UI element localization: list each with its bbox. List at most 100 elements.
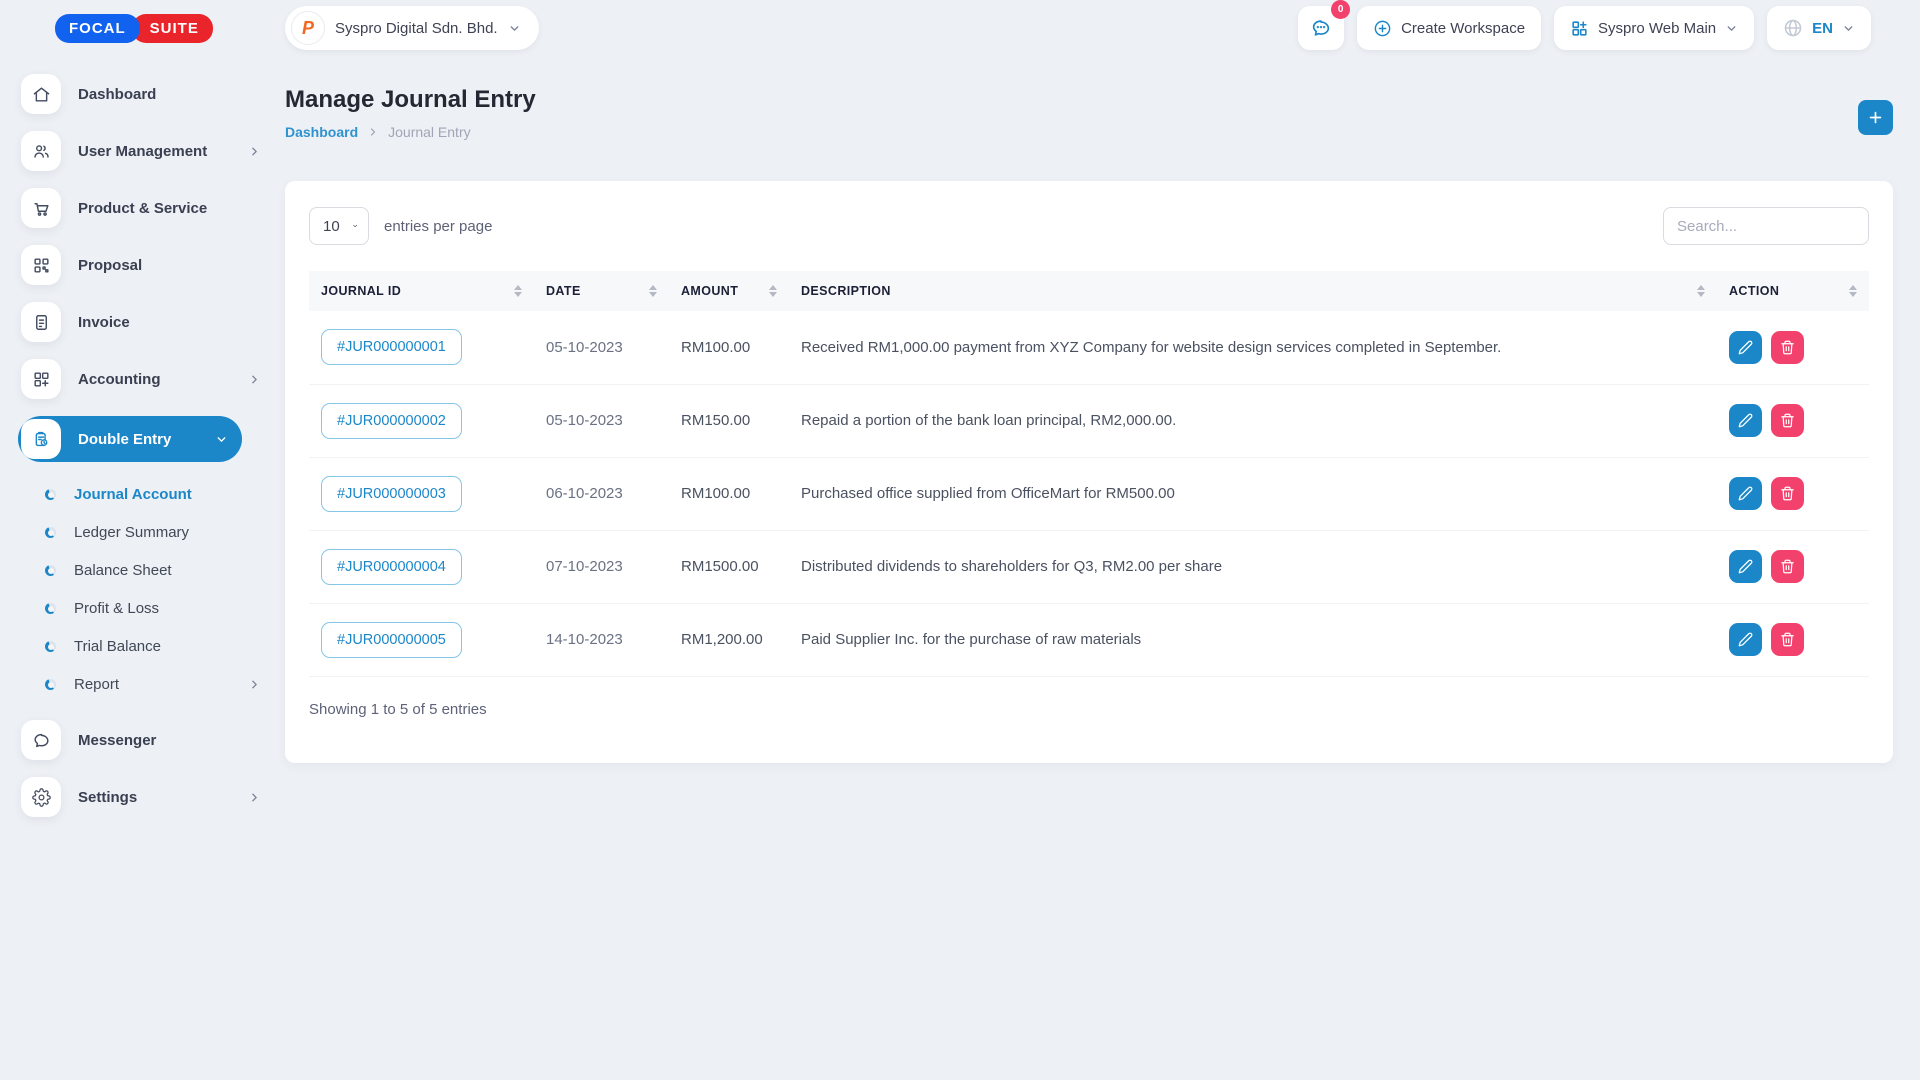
topbar: FOCAL SUITE P Syspro Digital Sdn. Bhd. 0… [0,0,1920,56]
sidebar-item-messenger[interactable]: Messenger [21,720,285,760]
journal-id-link[interactable]: #JUR000000004 [321,549,462,585]
sidebar-item-double-entry[interactable]: Double Entry [18,416,242,462]
gear-icon [21,777,61,817]
sidebar-item-invoice[interactable]: Invoice [21,302,285,342]
table-header-row: JOURNAL ID DATE AMOUNT DESCRIPTION [309,271,1869,311]
sort-icon [1849,285,1857,297]
delete-button[interactable] [1771,404,1804,437]
pencil-icon [1738,340,1753,355]
journal-id-link[interactable]: #JUR000000001 [321,329,462,365]
sort-icon [649,285,657,297]
pencil-icon [1738,413,1753,428]
invoice-icon [21,302,61,342]
chevron-down-icon [1842,22,1855,35]
column-header-description[interactable]: DESCRIPTION [789,271,1717,311]
chat-bubble-icon [1310,17,1332,39]
clipboard-clock-icon [21,419,61,459]
workspace-name: Syspro Web Main [1598,20,1716,37]
journal-amount: RM100.00 [669,457,789,530]
table-row: #JUR000000003 06-10-2023 RM100.00 Purcha… [309,457,1869,530]
journal-date: 07-10-2023 [534,530,669,603]
journal-amount: RM100.00 [669,311,789,384]
sidebar-subitem-trial-balance[interactable]: Trial Balance [45,638,261,655]
grid-plus-icon [21,359,61,399]
company-name: Syspro Digital Sdn. Bhd. [335,20,498,37]
sidebar-item-user-management[interactable]: User Management [21,131,285,171]
column-header-amount[interactable]: AMOUNT [669,271,789,311]
sidebar-item-product-service[interactable]: Product & Service [21,188,285,228]
search-input[interactable] [1663,207,1869,245]
entries-per-page-select[interactable]: 10 [309,207,369,245]
journal-description: Repaid a portion of the bank loan princi… [789,384,1717,457]
circle-plus-icon [1373,19,1392,38]
table-footer-summary: Showing 1 to 5 of 5 entries [309,701,1869,718]
workspace-selector[interactable]: Syspro Web Main [1554,6,1754,50]
sidebar-subitem-journal-account[interactable]: Journal Account [45,486,261,503]
column-header-action[interactable]: ACTION [1717,271,1869,311]
delete-button[interactable] [1771,623,1804,656]
trash-icon [1780,559,1795,574]
logo-suite: SUITE [132,14,213,43]
journal-description: Distributed dividends to shareholders fo… [789,530,1717,603]
company-selector[interactable]: P Syspro Digital Sdn. Bhd. [285,6,539,50]
chevron-right-icon [248,678,261,691]
edit-button[interactable] [1729,623,1762,656]
add-journal-entry-button[interactable] [1858,100,1893,135]
breadcrumb-dashboard-link[interactable]: Dashboard [285,124,358,140]
chat-button[interactable]: 0 [1298,6,1344,50]
bullet-icon [45,489,56,500]
trash-icon [1780,413,1795,428]
chevron-down-icon [215,433,228,446]
bullet-icon [45,679,56,690]
cart-icon [21,188,61,228]
entries-per-page-label: entries per page [384,218,492,235]
journal-id-link[interactable]: #JUR000000003 [321,476,462,512]
sort-icon [514,285,522,297]
delete-button[interactable] [1771,477,1804,510]
table-row: #JUR000000005 14-10-2023 RM1,200.00 Paid… [309,603,1869,676]
company-logo-icon: P [291,11,325,45]
home-icon [21,74,61,114]
delete-button[interactable] [1771,550,1804,583]
journal-amount: RM150.00 [669,384,789,457]
chevron-down-icon [1725,22,1738,35]
edit-button[interactable] [1729,331,1762,364]
main-content: Manage Journal Entry Dashboard Journal E… [285,56,1920,763]
column-header-date[interactable]: DATE [534,271,669,311]
delete-button[interactable] [1771,331,1804,364]
pencil-icon [1738,559,1753,574]
globe-icon [1783,18,1803,38]
journal-date: 06-10-2023 [534,457,669,530]
journal-description: Received RM1,000.00 payment from XYZ Com… [789,311,1717,384]
language-label: EN [1812,20,1833,37]
sidebar-subitem-profit-loss[interactable]: Profit & Loss [45,600,261,617]
sidebar-item-settings[interactable]: Settings [21,777,285,817]
sidebar-item-proposal[interactable]: Proposal [21,245,285,285]
bullet-icon [45,641,56,652]
column-header-journal-id[interactable]: JOURNAL ID [309,271,534,311]
create-workspace-button[interactable]: Create Workspace [1357,6,1541,50]
journal-date: 14-10-2023 [534,603,669,676]
language-selector[interactable]: EN [1767,6,1871,50]
edit-button[interactable] [1729,477,1762,510]
trash-icon [1780,340,1795,355]
sort-icon [769,285,777,297]
sidebar-subitem-report[interactable]: Report [45,676,261,693]
qr-icon [21,245,61,285]
pencil-icon [1738,632,1753,647]
sidebar-item-accounting[interactable]: Accounting [21,359,285,399]
edit-button[interactable] [1729,550,1762,583]
journal-amount: RM1,200.00 [669,603,789,676]
grid-plus-icon [1570,19,1589,38]
journal-entries-table: JOURNAL ID DATE AMOUNT DESCRIPTION [309,271,1869,677]
plus-icon [1867,109,1884,126]
bullet-icon [45,603,56,614]
sidebar-subitem-ledger-summary[interactable]: Ledger Summary [45,524,261,541]
edit-button[interactable] [1729,404,1762,437]
journal-amount: RM1500.00 [669,530,789,603]
journal-id-link[interactable]: #JUR000000005 [321,622,462,658]
journal-description: Purchased office supplied from OfficeMar… [789,457,1717,530]
sidebar-subitem-balance-sheet[interactable]: Balance Sheet [45,562,261,579]
sidebar-item-dashboard[interactable]: Dashboard [21,74,285,114]
journal-id-link[interactable]: #JUR000000002 [321,403,462,439]
